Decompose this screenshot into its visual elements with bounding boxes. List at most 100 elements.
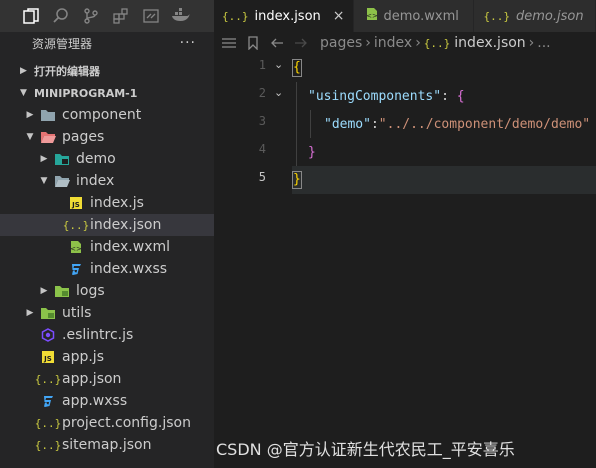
tree-item[interactable]: ▶ utils [0, 302, 214, 324]
wxml-file-icon: <> [68, 239, 84, 255]
tree-item-label: index.json [90, 217, 162, 233]
breadcrumb-index[interactable]: index [374, 35, 412, 51]
code-line-4: } [308, 138, 316, 166]
folder-teal-icon [54, 151, 70, 167]
folder-open-icon [54, 173, 70, 189]
json-file-icon: {..} [34, 438, 62, 452]
svg-text:<>: <> [366, 12, 378, 20]
tree-item[interactable]: <> index.wxml [0, 236, 214, 258]
breadcrumb-pages[interactable]: pages [320, 35, 362, 51]
chevron-right-icon[interactable]: ▶ [38, 154, 50, 164]
file-tree: ▶ component ▼ pages ▶ demo ▼ index JS index.js {..… [0, 104, 214, 456]
tree-item-label: demo [76, 151, 116, 167]
tab-label: index.json [254, 8, 321, 24]
tree-item-label: pages [62, 129, 105, 145]
watermark: CSDN @官方认证新生代农民工_平安喜乐 [216, 440, 515, 459]
forward-arrow-icon[interactable] [292, 37, 310, 49]
line-number-current: 5 [258, 170, 266, 184]
tree-item[interactable]: app.wxss [0, 390, 214, 412]
code-line-2: "usingComponents": { [308, 82, 465, 110]
breadcrumb-current-file[interactable]: index.json [454, 35, 525, 51]
tree-item-label: index.js [90, 195, 144, 211]
line-number: 2 [258, 86, 266, 100]
fold-chevron-icon[interactable]: ⌄ [274, 86, 283, 99]
json-brace: { [456, 88, 465, 104]
tab-demo-wxml[interactable]: <> demo.wxml [353, 0, 474, 32]
tree-item-label: app.json [62, 371, 122, 387]
extensions-icon[interactable] [110, 5, 132, 27]
json-brace: } [292, 171, 302, 189]
json-brace: } [308, 144, 316, 160]
tree-item[interactable]: {..} app.json [0, 368, 214, 390]
line-number: 4 [258, 142, 266, 156]
tree-item[interactable]: ▶ logs [0, 280, 214, 302]
code-line-1: { [292, 54, 302, 82]
tree-item-label: .eslintrc.js [62, 327, 134, 343]
folder-icon [40, 107, 56, 123]
eslint-icon [40, 327, 56, 343]
indent-guide [310, 110, 311, 138]
tree-item[interactable]: ▶ component [0, 104, 214, 126]
breadcrumb-tail[interactable]: ... [537, 35, 550, 51]
docker-icon[interactable] [170, 5, 192, 27]
tree-item[interactable]: JS app.js [0, 346, 214, 368]
tree-item[interactable]: ▼ index [0, 170, 214, 192]
explorer-header: 资源管理器 ··· [0, 32, 214, 54]
js-file-icon: JS [40, 349, 56, 365]
back-arrow-icon[interactable] [268, 37, 286, 49]
fold-chevron-icon[interactable]: ⌄ [274, 58, 283, 71]
open-editors-section[interactable]: ▶ 打开的编辑器 [0, 60, 214, 82]
tree-item[interactable]: JS index.js [0, 192, 214, 214]
remote-explorer-icon[interactable] [140, 5, 162, 27]
json-brace: { [292, 59, 302, 77]
tree-item[interactable]: ▼ pages [0, 126, 214, 148]
tree-item[interactable]: .eslintrc.js [0, 324, 214, 346]
chevron-right-icon: › [528, 35, 535, 51]
files-icon[interactable] [20, 5, 42, 27]
json-file-icon: {..} [222, 9, 249, 23]
close-icon[interactable]: × [333, 8, 345, 24]
tree-item-label: utils [62, 305, 92, 321]
code-line-3: "demo": "../../component/demo/demo" [324, 110, 590, 138]
indent-guide [296, 82, 297, 166]
bookmark-icon[interactable] [244, 36, 262, 50]
explorer-title: 资源管理器 [32, 36, 93, 51]
chevron-down-icon[interactable]: ▼ [24, 132, 36, 142]
tree-item-label: index.wxml [90, 239, 171, 255]
tree-item[interactable]: {..} sitemap.json [0, 434, 214, 456]
tree-item[interactable]: index.wxss [0, 258, 214, 280]
svg-text:<>: <> [70, 245, 82, 253]
chevron-right-icon[interactable]: ▶ [24, 110, 36, 120]
tree-item[interactable]: ▶ demo [0, 148, 214, 170]
chevron-right-icon: › [365, 35, 371, 51]
project-section[interactable]: ▼ MINIPROGRAM-1 [0, 82, 214, 104]
folder-open-red-icon [40, 129, 56, 145]
chevron-down-icon: ▼ [20, 88, 27, 98]
folder-green-icon [40, 305, 56, 321]
tree-item[interactable]: {..} project.config.json [0, 412, 214, 434]
search-icon[interactable] [50, 5, 72, 27]
tree-item[interactable]: {..} index.json [0, 214, 214, 236]
chevron-right-icon[interactable]: ▶ [38, 286, 50, 296]
json-file-icon: {..} [483, 9, 511, 23]
source-control-icon[interactable] [80, 5, 102, 27]
tab-demo-json[interactable]: {..} demo.json [473, 0, 596, 32]
list-icon[interactable] [220, 37, 238, 49]
tree-item-label: app.js [62, 349, 104, 365]
open-editors-label: 打开的编辑器 [34, 65, 100, 78]
editor-tabs: {..} index.json × <> demo.wxml {..} demo… [214, 0, 596, 32]
json-file-icon: {..} [34, 416, 62, 430]
code-editor[interactable]: { "usingComponents": { "demo": "../../com… [292, 54, 596, 468]
folder-green-icon [54, 283, 70, 299]
js-file-icon: JS [68, 195, 84, 211]
chevron-right-icon[interactable]: ▶ [24, 308, 36, 318]
json-key: "usingComponents" [308, 88, 442, 104]
more-actions-icon[interactable]: ··· [180, 35, 196, 51]
tab-index-json[interactable]: {..} index.json × [214, 0, 354, 32]
chevron-right-icon: ▶ [20, 66, 27, 76]
tree-item-label: index.wxss [90, 261, 168, 277]
json-colon: : [441, 88, 457, 104]
json-file-icon: {..} [62, 218, 90, 232]
chevron-down-icon[interactable]: ▼ [38, 176, 50, 186]
json-string: "../../component/demo/demo" [378, 116, 591, 132]
